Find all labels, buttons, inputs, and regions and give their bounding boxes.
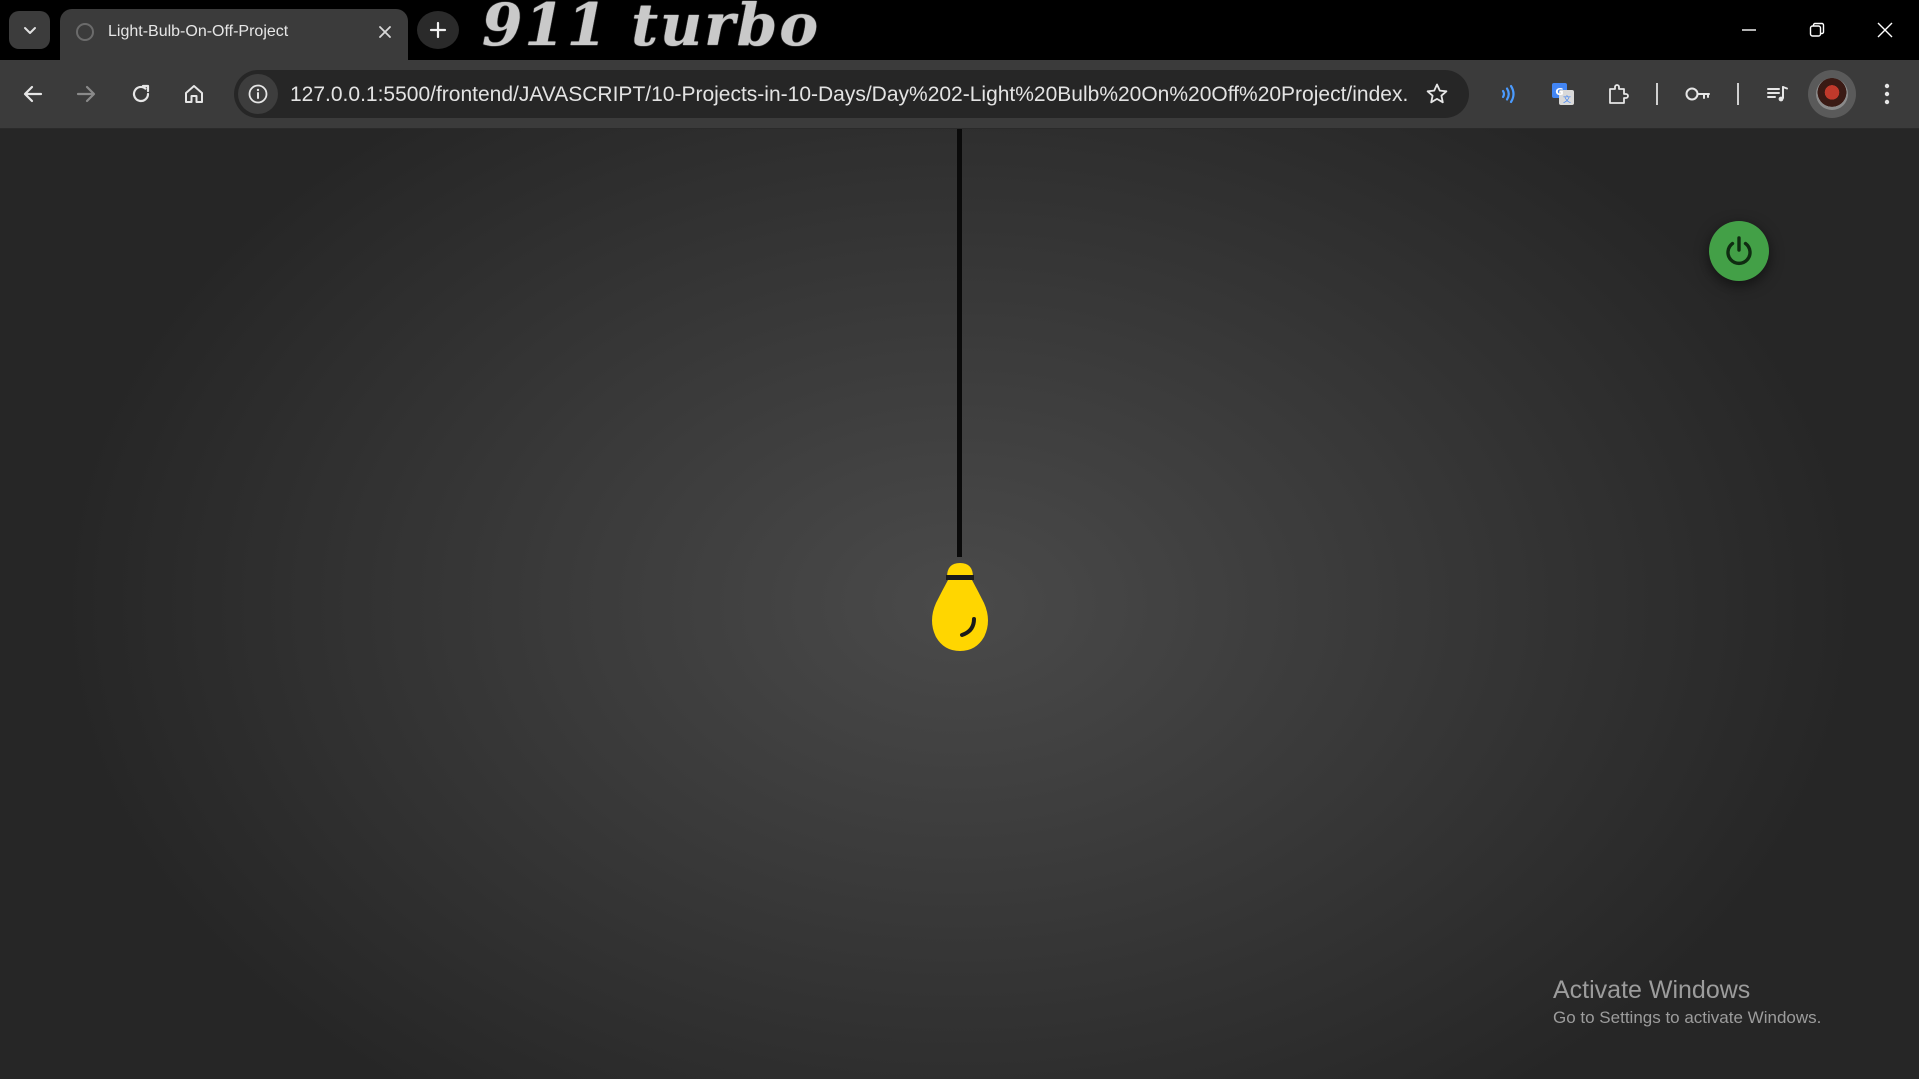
new-tab-button[interactable]	[417, 11, 459, 49]
toolbar-separator	[1656, 83, 1658, 105]
extensions-button[interactable]	[1600, 76, 1636, 112]
power-icon	[1726, 236, 1752, 266]
forward-button[interactable]	[68, 76, 104, 112]
arrow-left-icon	[23, 85, 43, 103]
light-bulb	[932, 563, 988, 651]
close-icon	[1877, 22, 1893, 38]
read-aloud-button[interactable]	[1491, 76, 1527, 112]
tab-search-button[interactable]	[9, 11, 50, 49]
close-window-button[interactable]	[1851, 0, 1919, 60]
sound-wave-icon	[1501, 84, 1515, 104]
activate-windows-watermark: Activate Windows Go to Settings to activ…	[1553, 974, 1821, 1030]
active-tab[interactable]: Light-Bulb-On-Off-Project	[60, 9, 408, 60]
star-icon	[1426, 83, 1448, 104]
tab-title: Light-Bulb-On-Off-Project	[108, 23, 289, 40]
power-toggle-button[interactable]	[1709, 221, 1769, 281]
translate-button[interactable]: G 文	[1545, 76, 1581, 112]
arrow-right-icon	[76, 85, 96, 103]
chevron-down-icon	[23, 27, 36, 34]
info-icon	[248, 84, 268, 104]
close-icon	[379, 26, 391, 38]
puzzle-icon	[1609, 84, 1629, 104]
tab-close-button[interactable]	[372, 19, 398, 45]
minimize-icon	[1742, 29, 1756, 31]
window-controls	[1715, 0, 1919, 60]
restore-button[interactable]	[1783, 0, 1851, 60]
url-text[interactable]: 127.0.0.1:5500/frontend/JAVASCRIPT/10-Pr…	[290, 83, 1408, 107]
restore-icon	[1809, 22, 1825, 37]
profile-avatar[interactable]	[1808, 70, 1856, 118]
playlist-icon	[1767, 86, 1788, 102]
home-button[interactable]	[176, 76, 212, 112]
avatar-image	[1816, 78, 1848, 110]
bookmark-button[interactable]	[1423, 80, 1451, 108]
address-bar[interactable]: 127.0.0.1:5500/frontend/JAVASCRIPT/10-Pr…	[234, 70, 1469, 118]
site-info-button[interactable]	[238, 74, 278, 114]
globe-icon	[76, 23, 94, 41]
minimize-button[interactable]	[1715, 0, 1783, 60]
plus-icon	[429, 21, 447, 39]
watermark-title: Activate Windows	[1553, 976, 1751, 1004]
kebab-menu-icon	[1884, 83, 1890, 105]
theme-logo: 911 turbo	[482, 0, 821, 59]
key-icon	[1685, 87, 1710, 101]
bulb-wire	[957, 129, 962, 557]
home-icon	[185, 85, 203, 103]
watermark-subtitle: Go to Settings to activate Windows.	[1553, 1008, 1822, 1027]
toolbar-separator	[1737, 83, 1739, 105]
browser-toolbar: 127.0.0.1:5500/frontend/JAVASCRIPT/10-Pr…	[0, 60, 1919, 129]
passwords-button[interactable]	[1680, 76, 1716, 112]
translate-icon: G 文	[1552, 83, 1574, 105]
reload-icon	[132, 84, 150, 103]
reload-button[interactable]	[123, 76, 159, 112]
back-button[interactable]	[15, 76, 51, 112]
browser-menu-button[interactable]	[1869, 76, 1905, 112]
browser-title-bar: Light-Bulb-On-Off-Project 911 turbo	[0, 0, 1919, 60]
media-button[interactable]	[1759, 76, 1795, 112]
light-bulb-page: Activate Windows Go to Settings to activ…	[0, 129, 1919, 1079]
svg-text:文: 文	[1563, 94, 1571, 104]
